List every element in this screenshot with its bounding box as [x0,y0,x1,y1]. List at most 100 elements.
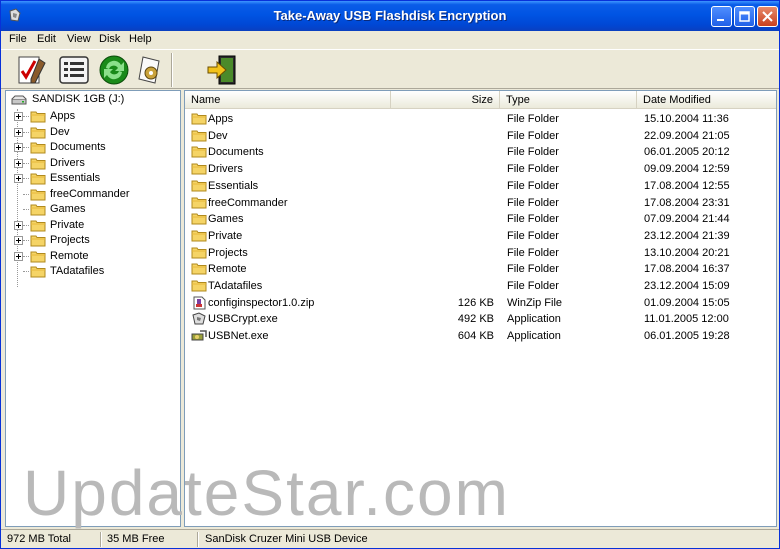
tree-item-label: Documents [50,141,106,153]
tree-item[interactable]: Private [10,218,180,234]
status-total: 972 MB Total [7,533,72,545]
refresh-icon [99,55,129,85]
folder-icon [191,280,207,292]
tree-item[interactable]: Documents [10,140,180,156]
tree-branch-line [23,116,29,117]
status-separator [197,532,199,547]
list-row[interactable]: freeCommander File Folder 17.08.2004 23:31 [185,195,776,212]
list-row[interactable]: Dev File Folder 22.09.2004 21:05 [185,128,776,145]
tree-expander[interactable] [14,220,23,230]
list-row[interactable]: Projects File Folder 13.10.2004 20:21 [185,245,776,262]
cell-date-modified: 06.01.2005 19:28 [644,330,730,343]
tree-item[interactable]: Drivers [10,156,180,172]
cell-name: Private [208,229,243,242]
refresh-tool-button[interactable] [97,53,131,87]
tree-item[interactable]: Apps [10,109,180,125]
list-header: Name Size Type Date Modified [185,91,776,109]
tree-expander[interactable] [14,174,23,183]
cell-date-modified: 13.10.2004 20:21 [644,246,730,259]
tree-branch-line [23,255,29,257]
folder-icon [30,111,46,123]
folder-icon [191,180,207,192]
cell-name: Essentials [208,179,259,192]
tree-item[interactable]: Projects [10,233,180,249]
folder-icon [30,235,46,247]
status-free: 35 MB Free [107,533,165,545]
minimize-button[interactable] [711,6,732,27]
cell-name: Apps [208,113,234,125]
tree-item[interactable]: Dev [10,125,180,141]
column-header-type[interactable]: Type [500,91,637,109]
list-row[interactable]: Essentials File Folder 17.08.2004 12:55 [185,178,776,196]
cell-type: File Folder [507,113,559,125]
tree-expander[interactable] [14,143,23,152]
cell-name: USBNet.exe [208,330,269,343]
cell-date-modified: 07.09.2004 21:44 [644,213,730,226]
tree-expander[interactable] [14,112,23,121]
list-row[interactable]: Drivers File Folder 09.09.2004 12:59 [185,161,776,178]
row-icon-wrap [191,262,207,279]
close-button[interactable] [757,6,778,27]
row-icon-wrap [191,229,207,246]
cell-name: freeCommander [208,196,288,209]
list-row[interactable]: Documents File Folder 06.01.2005 20:12 [185,144,776,161]
list-row[interactable]: USBNet.exe 604 KB Application 06.01.2005 19… [185,328,776,345]
title-bar[interactable]: Take-Away USB Flashdisk Encryption [1,1,779,31]
menu-help[interactable]: Help [129,33,152,45]
folder-icon [30,158,46,169]
folder-icon [30,142,46,154]
list-row[interactable]: Private File Folder 23.12.2004 21:39 [185,228,776,246]
menu-edit[interactable]: Edit [37,33,56,45]
column-header-size[interactable]: Size [391,91,500,109]
watermark: UpdateStar.com [23,457,510,529]
column-header-date-modified[interactable]: Date Modified [637,91,776,109]
encrypt-tool-button[interactable] [15,53,49,87]
menu-view[interactable]: View [67,33,91,45]
exit-tool-button[interactable] [205,53,239,87]
tree-expander[interactable] [14,251,23,261]
folder-icon [30,173,46,185]
tree-item[interactable]: Essentials [10,171,180,187]
cell-date-modified: 11.01.2005 12:00 [644,313,729,326]
list-row[interactable]: TAdatafiles File Folder 23.12.2004 15:09 [185,278,776,295]
tree-expander[interactable] [14,127,23,137]
cell-name: Remote [208,263,247,276]
cell-type: WinZip File [507,296,563,309]
folder-icon [30,251,46,262]
folder-icon [191,130,207,142]
tree-branch-line [23,271,29,272]
list-row[interactable]: USBCrypt.exe 492 KB Application 11.01.2005 … [185,311,776,328]
cell-type: File Folder [507,246,559,259]
list-row[interactable]: Games File Folder 07.09.2004 21:44 [185,211,776,228]
maximize-button[interactable] [734,6,755,27]
tree-expander[interactable] [14,158,23,168]
column-header-name[interactable]: Name [185,91,391,109]
tree-item[interactable]: Remote [10,249,180,265]
tree-item[interactable]: TAdatafiles [10,264,180,280]
settings-tool-button[interactable] [133,53,167,87]
folder-icon [191,163,207,175]
list-row[interactable]: configinspector1.0.zip 126 KB WinZip File 0… [185,295,776,313]
list-tool-button[interactable] [57,53,91,87]
menu-disk[interactable]: Disk [99,33,120,45]
cell-date-modified: 22.09.2004 21:05 [644,129,730,142]
row-icon-wrap [191,296,207,313]
tree-item[interactable]: Games [10,202,180,218]
gear-paper-icon [138,56,160,84]
list-row[interactable]: Apps File Folder 15.10.2004 11:36 [185,111,776,129]
tree-expander[interactable] [14,236,23,245]
tree-item-label: Remote [50,249,89,262]
status-device: SanDisk Cruzer Mini USB Device [205,533,368,545]
tree-item-label: freeCommander [50,187,130,200]
cell-size: 604 KB [457,330,494,343]
cell-name: Documents [208,146,264,159]
tree-root-label: SANDISK 1GB (J:) [32,93,125,105]
list-row[interactable]: Remote File Folder 17.08.2004 16:37 [185,261,776,279]
tree-item[interactable]: freeCommander [10,187,180,203]
row-icon-wrap [191,179,207,196]
row-icon-wrap [191,112,207,129]
folder-icon [30,189,46,200]
folder-icon [30,266,46,278]
menu-file[interactable]: File [9,33,27,45]
tree-branch-line [23,240,29,241]
